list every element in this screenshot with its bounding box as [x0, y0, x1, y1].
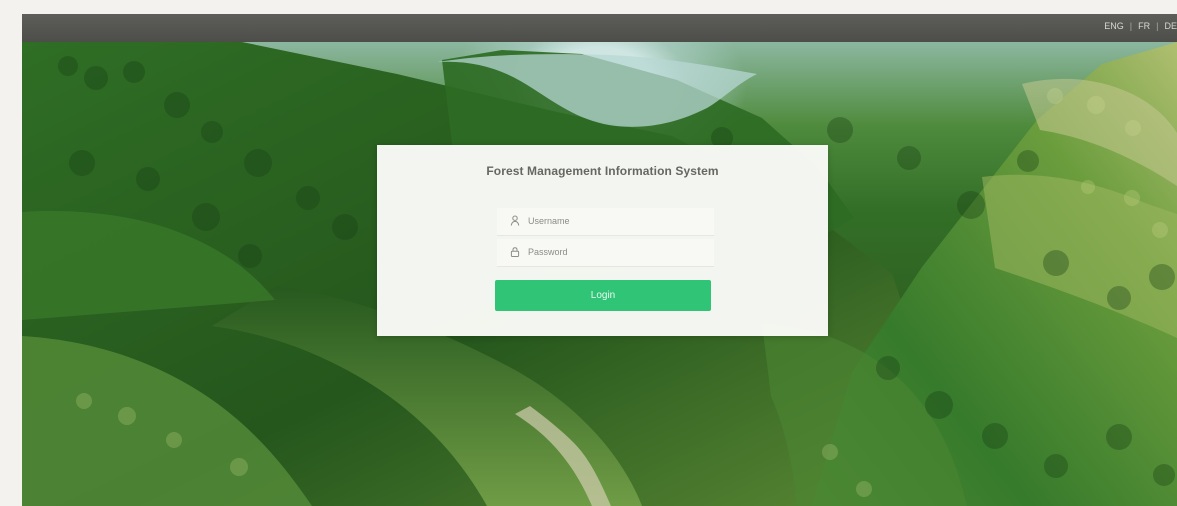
- login-button[interactable]: Login: [495, 280, 711, 311]
- language-link-de[interactable]: DE: [1164, 21, 1177, 31]
- language-separator: |: [1156, 21, 1159, 31]
- login-panel: Forest Management Information System Log…: [377, 145, 828, 336]
- lock-icon: [510, 247, 520, 257]
- login-title: Forest Management Information System: [486, 164, 719, 178]
- language-link-eng[interactable]: ENG: [1104, 21, 1124, 31]
- app-frame: ENG | FR | DE Forest Management Informat…: [22, 14, 1177, 506]
- language-switcher: ENG | FR | DE: [1104, 21, 1177, 31]
- language-link-fr[interactable]: FR: [1138, 21, 1150, 31]
- top-language-bar: ENG | FR | DE: [22, 14, 1177, 42]
- language-separator: |: [1129, 21, 1133, 31]
- password-field[interactable]: [497, 239, 714, 267]
- password-input[interactable]: [528, 242, 703, 262]
- user-icon: [510, 215, 520, 226]
- username-field[interactable]: [497, 208, 714, 236]
- username-input[interactable]: [528, 211, 703, 231]
